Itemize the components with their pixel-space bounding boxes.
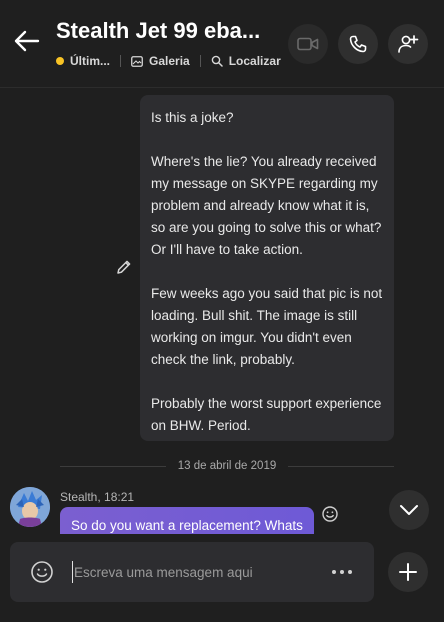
chat-title[interactable]: Stealth Jet 99 eba... (56, 18, 288, 44)
add-people-button[interactable] (388, 24, 428, 64)
chevron-down-icon (400, 505, 418, 515)
more-options-button[interactable] (328, 562, 356, 582)
status-item[interactable]: Últim... (56, 54, 110, 68)
sender-label: Stealth, 18:21 (60, 490, 135, 504)
emoji-icon[interactable] (30, 560, 54, 584)
find-link[interactable]: Localizar (211, 54, 281, 68)
video-call-button[interactable] (288, 24, 328, 64)
gallery-link[interactable]: Galeria (131, 54, 190, 68)
call-button[interactable] (338, 24, 378, 64)
divider (199, 55, 201, 67)
outgoing-message-bubble[interactable]: Is this a joke? Where's the lie? You alr… (140, 95, 394, 441)
message-paragraph: Probably the worst support experience on… (151, 396, 386, 433)
message-input[interactable] (72, 561, 302, 583)
chat-header: Stealth Jet 99 eba... Últim... Galeria L… (0, 0, 444, 88)
add-person-icon (398, 35, 419, 53)
phone-icon (349, 35, 367, 53)
date-divider: 13 de abril de 2019 (60, 458, 394, 474)
date-label: 13 de abril de 2019 (177, 460, 277, 472)
message-composer (10, 542, 374, 602)
divider-line (60, 465, 166, 467)
arrow-left-icon (14, 30, 40, 52)
divider-line (288, 465, 394, 467)
message-paragraph: Is this a joke? (151, 110, 234, 125)
message-paragraph: Few weeks ago you said that pic is not l… (151, 286, 386, 367)
video-call-icon (297, 37, 319, 51)
divider (120, 55, 122, 67)
find-label: Localizar (228, 54, 281, 68)
status-label: Últim... (70, 54, 111, 68)
search-icon (211, 55, 223, 67)
more-dots-icon (332, 570, 352, 574)
message-paragraph: Where's the lie? You already received my… (151, 154, 386, 257)
scroll-down-button[interactable] (389, 490, 429, 530)
smiley-icon[interactable] (321, 505, 339, 523)
gallery-icon (131, 55, 143, 67)
away-status-icon (56, 57, 64, 65)
pencil-icon[interactable] (115, 258, 133, 276)
back-button[interactable] (12, 26, 42, 56)
plus-icon (399, 563, 417, 581)
add-content-button[interactable] (388, 552, 428, 592)
header-subrow: Últim... Galeria Localizar (56, 53, 281, 69)
avatar[interactable] (10, 487, 50, 527)
gallery-label: Galeria (149, 54, 190, 68)
